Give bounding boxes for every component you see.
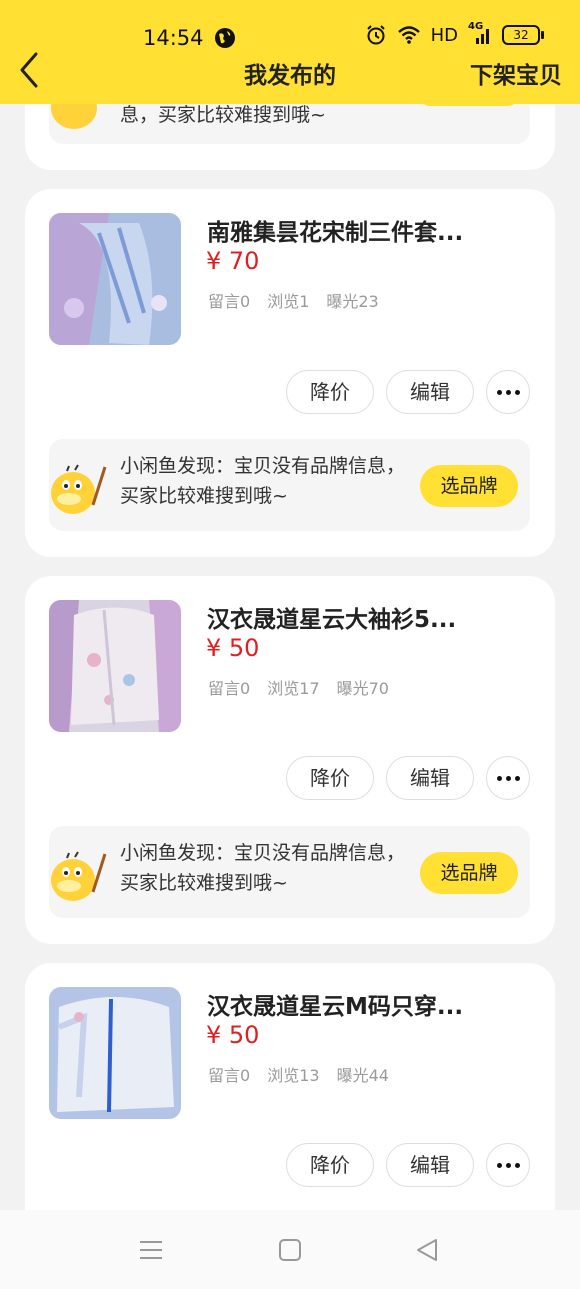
alarm-icon bbox=[366, 25, 385, 45]
exposure-count: 曝光23 bbox=[326, 292, 379, 311]
status-icons: HD 4G 32 bbox=[365, 21, 544, 46]
more-icon bbox=[487, 757, 529, 799]
view-count: 浏览13 bbox=[267, 1066, 320, 1085]
item-stats: 留言0 浏览1 曝光23 bbox=[208, 288, 379, 312]
comment-count: 留言0 bbox=[208, 679, 251, 698]
choose-brand-button[interactable]: 选品牌 bbox=[420, 465, 518, 507]
system-nav-bar bbox=[0, 1210, 580, 1289]
globe-icon bbox=[215, 28, 235, 48]
tip-text: 小闲鱼发现：宝贝没有品牌信息，买家比较难搜到哦~ bbox=[120, 455, 406, 507]
comment-count: 留言0 bbox=[208, 1066, 251, 1085]
item-title[interactable]: 南雅集昙花宋制三件套... bbox=[207, 213, 463, 247]
status-time: 14:54 bbox=[143, 26, 204, 50]
comment-count: 留言0 bbox=[208, 292, 251, 311]
listing-card[interactable]: 汉衣晟道星云M码只穿... ¥ 50 留言0 浏览13 曝光44 降价 编辑 bbox=[25, 963, 555, 1243]
exposure-count: 曝光44 bbox=[336, 1066, 389, 1085]
price-cut-button[interactable]: 降价 bbox=[286, 1143, 374, 1187]
item-price: ¥ 70 bbox=[206, 247, 260, 275]
more-icon bbox=[487, 1144, 529, 1186]
item-title[interactable]: 汉衣晟道星云M码只穿... bbox=[207, 987, 463, 1021]
home-icon[interactable] bbox=[278, 1238, 302, 1262]
tip-text: 息，买家比较难搜到哦~ bbox=[120, 104, 326, 126]
delist-button[interactable]: 下架宝贝 bbox=[470, 56, 562, 90]
product-image[interactable] bbox=[49, 600, 181, 732]
signal-icon bbox=[476, 29, 489, 44]
choose-brand-button[interactable]: 选品牌 bbox=[420, 852, 518, 894]
product-image[interactable] bbox=[49, 987, 181, 1119]
network-label: HD bbox=[430, 24, 458, 46]
price-cut-button[interactable]: 降价 bbox=[286, 756, 374, 800]
view-count: 浏览1 bbox=[267, 292, 310, 311]
back-nav-icon[interactable] bbox=[414, 1237, 440, 1263]
tip-text: 小闲鱼发现：宝贝没有品牌信息，买家比较难搜到哦~ bbox=[120, 842, 406, 894]
brand-tip: 小闲鱼发现：宝贝没有品牌信息，买家比较难搜到哦~ 选品牌 bbox=[49, 439, 530, 531]
item-price: ¥ 50 bbox=[206, 634, 260, 662]
exposure-count: 曝光70 bbox=[336, 679, 389, 698]
product-image[interactable] bbox=[49, 213, 181, 345]
item-stats: 留言0 浏览17 曝光70 bbox=[208, 675, 389, 699]
more-button[interactable] bbox=[486, 756, 530, 800]
edit-button[interactable]: 编辑 bbox=[386, 756, 474, 800]
more-icon bbox=[487, 371, 529, 413]
view-count: 浏览17 bbox=[267, 679, 320, 698]
edit-button[interactable]: 编辑 bbox=[386, 370, 474, 414]
signal-indicator: 4G bbox=[468, 21, 492, 45]
menu-icon[interactable] bbox=[138, 1238, 164, 1262]
brand-tip: 小闲鱼发现：宝贝没有品牌信息，买家比较难搜到哦~ 选品牌 bbox=[49, 826, 530, 918]
more-button[interactable] bbox=[486, 370, 530, 414]
price-cut-button[interactable]: 降价 bbox=[286, 370, 374, 414]
edit-button[interactable]: 编辑 bbox=[386, 1143, 474, 1187]
wifi-icon bbox=[397, 26, 420, 44]
mascot-icon bbox=[51, 464, 107, 514]
battery-icon: 32 bbox=[502, 25, 544, 45]
item-price: ¥ 50 bbox=[206, 1021, 260, 1049]
listing-card[interactable]: 南雅集昙花宋制三件套... ¥ 70 留言0 浏览1 曝光23 降价 编辑 小闲… bbox=[25, 189, 555, 557]
item-title[interactable]: 汉衣晟道星云大袖衫5... bbox=[207, 600, 456, 634]
more-button[interactable] bbox=[486, 1143, 530, 1187]
app-header: 14:54 HD 4G 32 我发布的 下架宝贝 bbox=[0, 0, 580, 104]
mascot-icon bbox=[51, 851, 107, 901]
item-stats: 留言0 浏览13 曝光44 bbox=[208, 1062, 389, 1086]
listing-card[interactable]: 汉衣晟道星云大袖衫5... ¥ 50 留言0 浏览17 曝光70 降价 编辑 小… bbox=[25, 576, 555, 944]
